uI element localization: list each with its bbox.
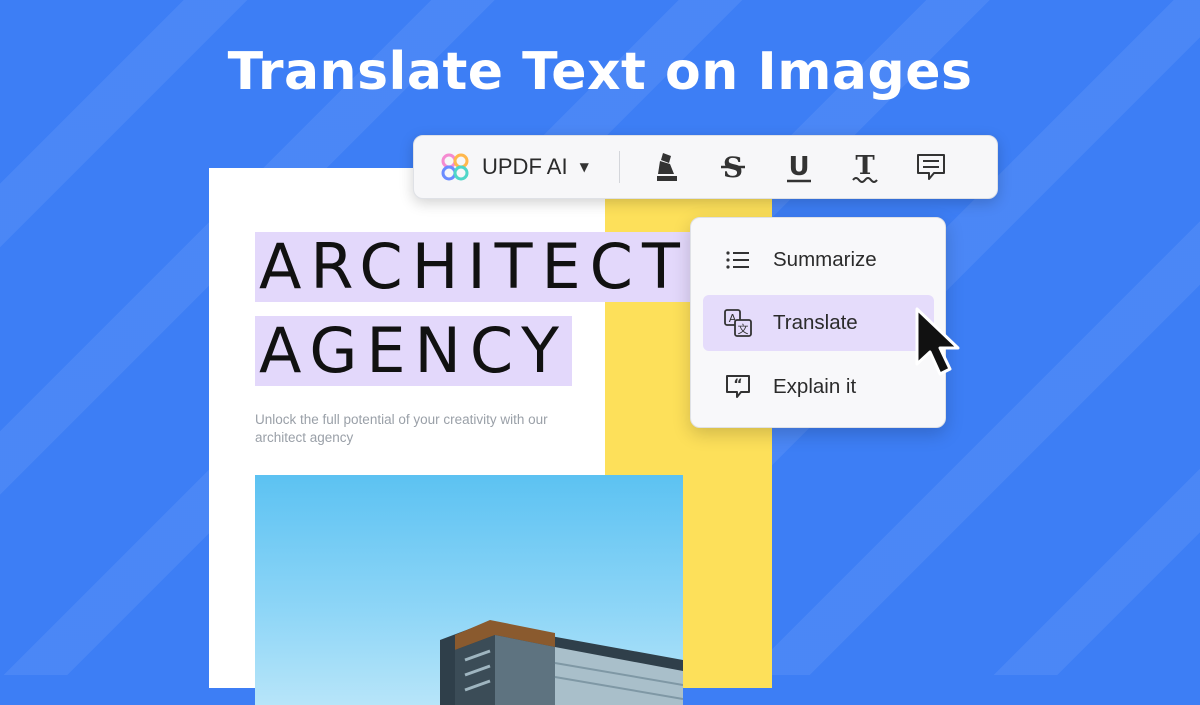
squiggly-button[interactable]: T xyxy=(832,145,898,189)
underline-button[interactable]: U xyxy=(766,145,832,189)
list-icon xyxy=(723,245,753,275)
highlight-button[interactable] xyxy=(634,145,700,189)
menu-item-label: Summarize xyxy=(773,248,877,271)
strikethrough-button[interactable]: S xyxy=(700,145,766,189)
toolbar-divider xyxy=(618,151,620,183)
document-subtitle: Unlock the full potential of your creati… xyxy=(255,412,548,445)
ai-actions-menu: Summarize A 文 Translate “ Explain it xyxy=(690,217,946,428)
menu-item-explain[interactable]: “ Explain it xyxy=(703,359,934,415)
quote-bubble-icon: “ xyxy=(723,372,753,402)
underline-icon: U xyxy=(786,152,811,183)
document-page: ARCHITECT AGENCY Unlock the full potenti… xyxy=(209,168,772,705)
page-title: Translate Text on Images xyxy=(227,42,973,102)
comment-icon xyxy=(916,154,945,180)
document-title-line-2[interactable]: AGENCY xyxy=(255,316,572,386)
updf-ai-button[interactable]: UPDF AI ▼ xyxy=(440,145,589,189)
squiggly-text-icon: T xyxy=(852,151,878,183)
svg-text:“: “ xyxy=(733,377,742,393)
updf-ai-logo-icon xyxy=(441,153,469,181)
menu-item-translate[interactable]: A 文 Translate xyxy=(703,295,934,351)
translate-icon: A 文 xyxy=(723,308,753,338)
comment-button[interactable] xyxy=(898,145,964,189)
annotation-toolbar: UPDF AI ▼ S U T xyxy=(413,135,998,199)
mouse-pointer-icon xyxy=(912,306,974,382)
caret-down-icon: ▼ xyxy=(579,160,589,174)
svg-text:文: 文 xyxy=(738,322,749,336)
svg-text:U: U xyxy=(788,152,809,182)
highlight-icon xyxy=(656,153,677,181)
building-photo xyxy=(255,475,683,705)
svg-text:T: T xyxy=(855,151,875,181)
updf-ai-label: UPDF AI xyxy=(482,154,568,179)
building-illustration xyxy=(440,620,683,705)
document-title-line-1[interactable]: ARCHITECT xyxy=(255,232,693,302)
menu-item-summarize[interactable]: Summarize xyxy=(703,232,934,288)
strikethrough-icon: S xyxy=(720,151,745,184)
menu-item-label: Translate xyxy=(773,311,858,334)
menu-item-label: Explain it xyxy=(773,375,857,398)
